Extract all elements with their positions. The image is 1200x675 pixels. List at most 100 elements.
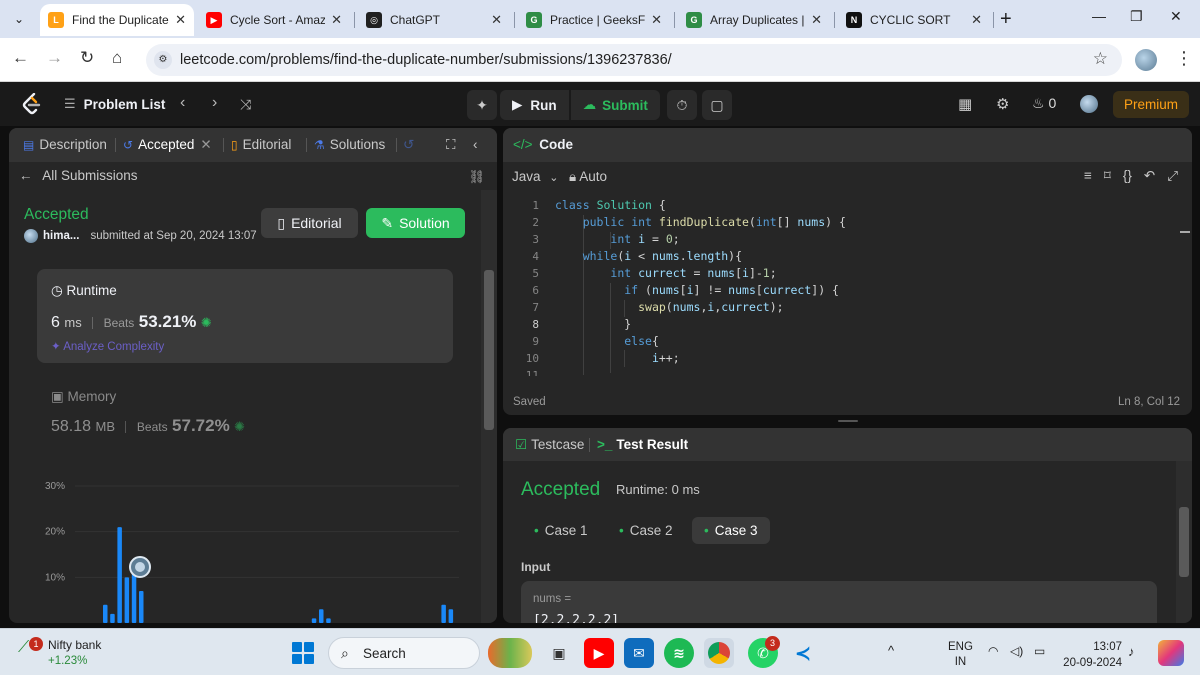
case-tab-2[interactable]: • Case 2 [607, 517, 685, 544]
case-tab-1[interactable]: • Case 1 [522, 517, 600, 544]
panel-resize-handle[interactable] [838, 420, 858, 422]
settings-gear-icon[interactable]: ⚙ [996, 95, 1009, 113]
collapse-panel-icon[interactable]: ‹ [473, 137, 478, 152]
username[interactable]: hima... [43, 230, 79, 242]
expand-panel-icon[interactable]: ⛶ [446, 137, 455, 153]
panel-scrollbar[interactable] [481, 190, 497, 623]
code-tab[interactable]: </> Code [513, 137, 573, 152]
runtime-distribution-chart[interactable]: 30% 20% 10% [39, 468, 479, 623]
distribution-bar[interactable] [139, 591, 144, 623]
timer-icon[interactable]: ⏱ [667, 90, 697, 120]
distribution-bar[interactable] [110, 613, 115, 623]
forward-icon[interactable]: → [46, 48, 63, 68]
user-avatar[interactable] [1080, 95, 1098, 113]
browser-menu-icon[interactable]: ⋮ [1175, 48, 1193, 69]
url-text[interactable]: leetcode.com/problems/find-the-duplicate… [180, 52, 672, 68]
close-window-icon[interactable]: ✕ [1170, 8, 1182, 25]
next-problem-icon[interactable]: › [212, 94, 217, 112]
close-tab-icon[interactable]: ✕ [651, 12, 662, 28]
post-solution-button[interactable]: ✎ Solution [366, 208, 465, 238]
tab-testcase[interactable]: ☑ Testcase [515, 437, 584, 453]
widget-title[interactable]: Nifty bank [48, 638, 101, 652]
distribution-bar[interactable] [319, 609, 324, 623]
browser-tab-geeks-practice[interactable]: G Practice | GeeksFor ✕ [518, 4, 670, 36]
code-editor[interactable]: 1 2 3 4 5 6 7 8 9 10 11 class Solution {… [503, 198, 1192, 376]
close-tab-icon[interactable]: ✕ [200, 137, 211, 152]
analyze-complexity-link[interactable]: ✦ Analyze Complexity [51, 339, 164, 353]
prev-problem-icon[interactable]: ‹ [180, 94, 185, 112]
restore-icon[interactable]: ❐ [1130, 8, 1143, 25]
leetcode-logo-icon[interactable] [22, 93, 42, 115]
chrome-app-icon[interactable] [704, 638, 734, 668]
submit-button[interactable]: ☁ Submit [570, 90, 660, 120]
close-tab-icon[interactable]: ✕ [491, 12, 502, 28]
home-icon[interactable]: ⌂ [112, 48, 122, 68]
bookmark-icon[interactable]: ⌑ [1104, 168, 1111, 184]
minimize-icon[interactable]: — [1092, 8, 1106, 24]
taskbar-search[interactable]: ⌕ Search [328, 637, 480, 669]
tab-solutions[interactable]: ⚗ Solutions [314, 137, 385, 152]
vscode-app-icon[interactable]: ≺ [788, 638, 818, 668]
mail-app-icon[interactable]: ✉ [624, 638, 654, 668]
reload-icon[interactable]: ↻ [80, 48, 94, 68]
close-tab-icon[interactable]: ✕ [175, 12, 186, 28]
notes-icon[interactable]: ▢ [702, 90, 732, 120]
memory-heading[interactable]: ▣ Memory [51, 389, 116, 405]
address-bar[interactable]: ⚙ leetcode.com/problems/find-the-duplica… [146, 44, 1122, 76]
tab-test-result[interactable]: >_ Test Result [597, 437, 688, 452]
show-hidden-icons[interactable]: ^ [888, 643, 894, 658]
news-widget-icon[interactable] [488, 638, 532, 668]
distribution-bar[interactable] [117, 527, 122, 623]
share-link-icon[interactable]: ⛓ [468, 169, 485, 185]
debug-icon[interactable]: ✦ [467, 90, 497, 120]
tab-editorial[interactable]: ▯ Editorial [231, 137, 291, 152]
scrollbar-thumb[interactable] [1179, 507, 1189, 577]
wifi-icon[interactable]: ◠ [988, 644, 998, 658]
browser-tab-find-duplicate[interactable]: L Find the Duplicate ✕ [40, 4, 194, 36]
spotify-app-icon[interactable]: ≋ [664, 638, 694, 668]
test-scrollbar[interactable] [1176, 461, 1192, 623]
fullscreen-icon[interactable]: ⤢ [1167, 168, 1178, 184]
runtime-card[interactable]: ◷ Runtime 6 ms Beats 53.21% ✺ ✦ Analyze … [37, 269, 453, 363]
distribution-bar[interactable] [124, 577, 130, 623]
scrollbar-thumb[interactable] [484, 270, 494, 430]
bookmark-star-icon[interactable]: ☆ [1093, 49, 1108, 69]
new-tab-button[interactable]: + [1000, 8, 1012, 30]
case-tab-3[interactable]: • Case 3 [692, 517, 770, 544]
distribution-bar[interactable] [326, 618, 331, 623]
problem-list-link[interactable]: ☰ Problem List [64, 96, 165, 112]
streak-counter[interactable]: ♨ 0 [1032, 95, 1056, 112]
browser-profile-avatar[interactable] [1135, 49, 1157, 71]
browser-tab-cyclic-sort[interactable]: N CYCLIC SORT ✕ [838, 4, 990, 36]
tab-search-icon[interactable]: ⌄ [8, 8, 30, 30]
notification-bell-icon[interactable]: ♪ [1128, 644, 1135, 659]
all-submissions-link[interactable]: ← All Submissions [19, 168, 138, 183]
premium-button[interactable]: Premium [1113, 91, 1189, 118]
shuffle-icon[interactable]: ⤨ [240, 96, 251, 113]
distribution-bar[interactable] [448, 609, 454, 623]
tab-accepted[interactable]: ↺ Accepted ✕ [123, 137, 212, 153]
distribution-bar[interactable] [441, 604, 446, 623]
memory-value[interactable]: 58.18 MB Beats 57.72% ✺ [51, 416, 245, 436]
battery-icon[interactable]: ▭ [1034, 644, 1045, 658]
braces-icon[interactable]: {} [1123, 168, 1132, 184]
copilot-icon[interactable] [1158, 640, 1184, 666]
tab-description[interactable]: ▤ Description [23, 137, 107, 152]
close-tab-icon[interactable]: ✕ [971, 12, 982, 28]
task-view-icon[interactable]: ▣ [544, 638, 574, 668]
auto-mode-toggle[interactable]: 🔒︎ Auto [569, 169, 607, 185]
browser-tab-cycle-sort[interactable]: ▶ Cycle Sort - Amazo ✕ [198, 4, 350, 36]
windows-start-icon[interactable] [292, 642, 314, 664]
run-button[interactable]: ▶ Run [500, 90, 569, 120]
layout-icon[interactable]: ▦ [958, 95, 972, 113]
close-tab-icon[interactable]: ✕ [811, 12, 822, 28]
browser-tab-chatgpt[interactable]: ◎ ChatGPT ✕ [358, 4, 510, 36]
distribution-bar[interactable] [311, 618, 317, 623]
reset-icon[interactable]: ↶ [1144, 168, 1155, 184]
back-icon[interactable]: ← [12, 48, 29, 68]
site-info-icon[interactable]: ⚙ [154, 51, 172, 69]
youtube-app-icon[interactable]: ▶ [584, 638, 614, 668]
editorial-button[interactable]: ▯ Editorial [261, 208, 358, 238]
distribution-bar[interactable] [103, 604, 108, 623]
taskbar-clock[interactable]: 13:07 20-09-2024 [1060, 639, 1122, 671]
